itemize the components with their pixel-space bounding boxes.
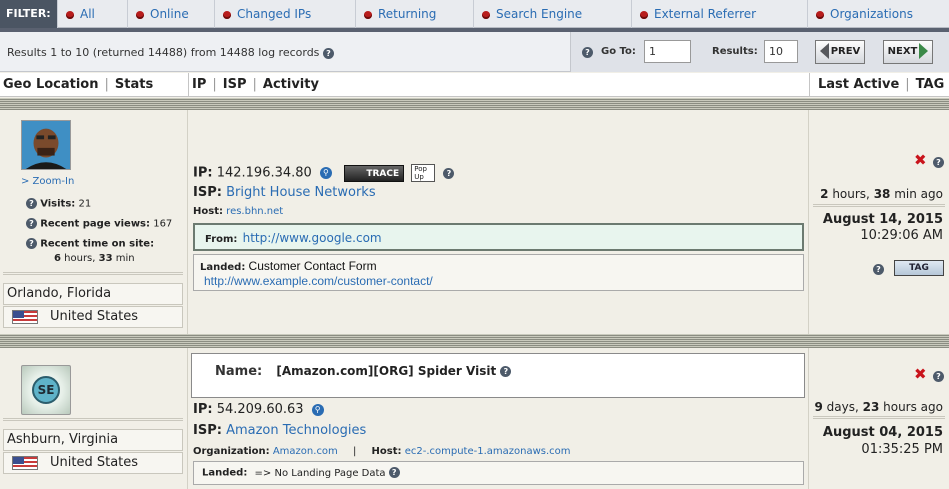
column-header: Geo Location | Stats IP | ISP | Activity Last …: [0, 73, 949, 97]
isp-row: ISP: Amazon Technologies: [193, 423, 367, 438]
filter-tab-changed-ips[interactable]: Changed IPs: [214, 0, 355, 28]
filter-tab-online[interactable]: Online: [127, 0, 214, 28]
last-active-time: 10:29:06 AM: [860, 228, 943, 243]
city-label: Ashburn, Virginia: [3, 429, 183, 451]
visits-stat: ? Visits: 21: [26, 198, 91, 210]
help-icon[interactable]: ?: [582, 47, 593, 58]
pagination-area: ? Go To: 1 Results: 10 PREV NEXT: [570, 32, 949, 72]
ip-row: IP: 54.209.60.63 ⚲: [193, 402, 324, 417]
org-name-box: Name: [Amazon.com][ORG] Spider Visit ?: [191, 353, 805, 398]
filter-label: FILTER:: [0, 0, 57, 28]
org-host-row: Organization: Amazon.com | Host: ec2-.co…: [193, 446, 571, 457]
host-row: Host: res.bhn.net: [193, 206, 284, 217]
geo-stats-cell: > Zoom-In ? Visits: 21 ? Recent page vie…: [0, 110, 188, 334]
geo-stats-cell: SE Ashburn, Virginia United States: [0, 348, 188, 489]
results-summary: Results 1 to 10 (returned 14488) from 14…: [7, 46, 334, 59]
help-icon[interactable]: ?: [26, 238, 37, 249]
help-icon[interactable]: ?: [26, 218, 37, 229]
time-on-site-value: 6 hours, 33 min: [54, 253, 135, 264]
red-dot-icon: [223, 10, 231, 19]
landing-page-text: => No Landing Page Data: [254, 467, 386, 479]
us-flag-icon: [12, 456, 38, 470]
avatar[interactable]: [21, 120, 71, 170]
search-engine-avatar[interactable]: SE: [21, 365, 71, 415]
filter-tab-external-referrer[interactable]: External Referrer: [631, 0, 807, 28]
referrer-link[interactable]: http://www.google.com: [243, 231, 382, 245]
lookup-icon[interactable]: ⚲: [319, 167, 332, 179]
red-dot-icon: [66, 10, 74, 19]
help-icon[interactable]: ?: [933, 157, 944, 168]
red-dot-icon: [136, 10, 144, 19]
trace-button[interactable]: TRACE: [344, 164, 405, 182]
city-label: Orlando, Florida: [3, 283, 183, 305]
help-icon[interactable]: ?: [26, 198, 37, 209]
host-link[interactable]: res.bhn.net: [226, 206, 283, 217]
goto-page-input[interactable]: 1: [644, 40, 691, 63]
isp-row: ISP: Bright House Networks: [193, 185, 376, 200]
goto-label: Go To:: [601, 46, 636, 57]
results-per-page-input[interactable]: 10: [764, 40, 798, 63]
filter-tab-organizations[interactable]: Organizations: [807, 0, 949, 28]
results-bar: Results 1 to 10 (returned 14488) from 14…: [0, 32, 949, 72]
header-last-active-tag: Last Active | TAG: [818, 77, 945, 92]
last-active-date: August 04, 2015: [822, 425, 943, 440]
red-dot-icon: [482, 10, 490, 19]
help-icon[interactable]: ?: [933, 371, 944, 382]
last-active-date: August 14, 2015: [822, 212, 943, 227]
visitor-record: SE Ashburn, Virginia United States Name:…: [0, 348, 949, 489]
last-active-cell: ✖ ? 2 hours, 38 min ago August 14, 2015 …: [809, 110, 949, 334]
header-geo-stats: Geo Location | Stats: [3, 77, 154, 92]
tag-button[interactable]: TAG: [894, 260, 944, 276]
delete-icon[interactable]: ✖: [914, 151, 927, 169]
help-icon[interactable]: ?: [443, 167, 455, 179]
ip-activity-cell: IP: 142.196.34.80 ⚲ TRACE Pop Up ? ISP: …: [188, 110, 809, 334]
red-dot-icon: [364, 10, 372, 19]
referrer-box: From: http://www.google.com: [193, 223, 804, 251]
us-flag-icon: [12, 310, 38, 324]
visitor-record: > Zoom-In ? Visits: 21 ? Recent page vie…: [0, 110, 949, 334]
zoom-in-link[interactable]: > Zoom-In: [21, 176, 74, 187]
landing-page-link[interactable]: http://www.example.com/customer-contact/: [204, 274, 433, 288]
help-icon[interactable]: ?: [322, 47, 334, 59]
ip-row: IP: 142.196.34.80 ⚲ TRACE Pop Up ?: [193, 164, 455, 182]
filter-tab-returning[interactable]: Returning: [355, 0, 473, 28]
time-ago: 9 days, 23 hours ago: [814, 400, 943, 414]
landing-box: Landed: => No Landing Page Data ?: [193, 461, 804, 485]
arrow-right-icon: [919, 43, 929, 59]
filter-tab-search-engine[interactable]: Search Engine: [473, 0, 631, 28]
lookup-icon[interactable]: ⚲: [311, 403, 324, 416]
globe-icon: SE: [32, 376, 60, 404]
row-separator: [0, 98, 949, 110]
host-link[interactable]: ec2-.compute-1.amazonaws.com: [405, 446, 571, 457]
last-active-cell: ✖ ? 9 days, 23 hours ago August 04, 2015…: [809, 348, 949, 489]
ip-activity-cell: Name: [Amazon.com][ORG] Spider Visit ? I…: [188, 348, 809, 489]
page-views-stat: ? Recent page views: 167: [26, 218, 172, 230]
landing-box: Landed: Customer Contact Form http://www…: [193, 254, 804, 291]
last-active-time: 01:35:25 PM: [861, 442, 943, 457]
red-dot-icon: [816, 10, 824, 19]
time-on-site-stat: ? Recent time on site:: [26, 238, 154, 250]
help-icon[interactable]: ?: [873, 264, 884, 275]
arrow-left-icon: [819, 43, 829, 59]
isp-link[interactable]: Amazon Technologies: [226, 423, 366, 438]
visitor-name: [Amazon.com][ORG] Spider Visit: [276, 364, 497, 378]
filter-tab-all[interactable]: All: [57, 0, 127, 28]
organization-link[interactable]: Amazon.com: [273, 446, 338, 457]
isp-link[interactable]: Bright House Networks: [226, 185, 376, 200]
results-per-page-label: Results:: [712, 46, 758, 57]
red-dot-icon: [640, 10, 648, 19]
row-separator: [0, 334, 949, 348]
time-ago: 2 hours, 38 min ago: [820, 187, 943, 201]
header-ip-isp-activity: IP | ISP | Activity: [192, 77, 319, 92]
filter-bar: FILTER: All Online Changed IPs Returning…: [0, 0, 949, 28]
popup-button[interactable]: Pop Up: [411, 164, 436, 182]
help-icon[interactable]: ?: [388, 467, 400, 478]
delete-icon[interactable]: ✖: [914, 365, 927, 383]
next-button[interactable]: NEXT: [883, 40, 933, 64]
prev-button[interactable]: PREV: [815, 40, 865, 64]
help-icon[interactable]: ?: [500, 366, 512, 377]
landing-page-title: Customer Contact Form: [248, 259, 377, 273]
